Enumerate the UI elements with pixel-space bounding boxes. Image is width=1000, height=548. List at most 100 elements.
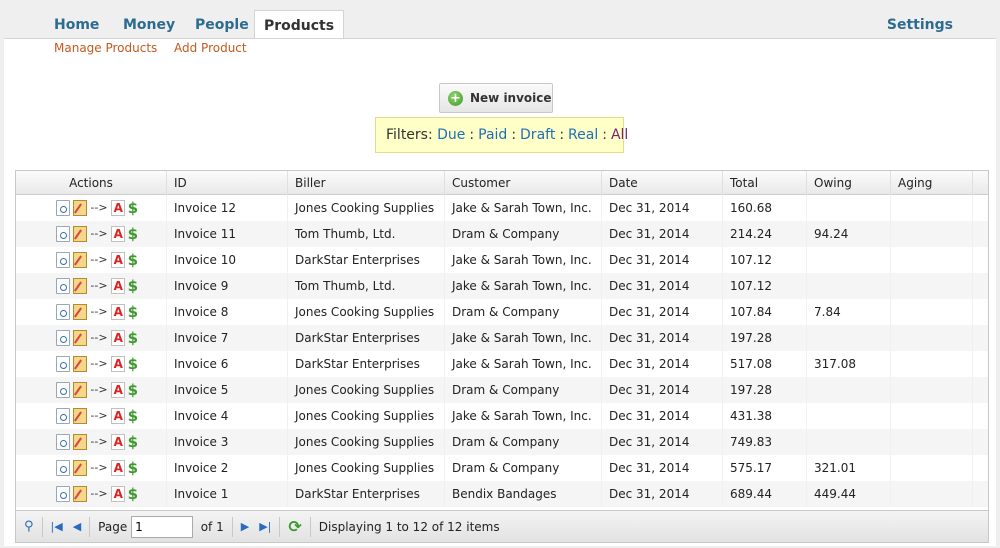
table-row[interactable]: --> $ Invoice 2Jones Cooking SuppliesDram … (16, 455, 988, 481)
tab-home[interactable]: Home (54, 17, 99, 33)
search-icon[interactable]: ⚲ (24, 519, 34, 534)
view-icon[interactable] (56, 304, 71, 320)
col-total[interactable]: Total (723, 171, 807, 195)
view-icon[interactable] (56, 200, 71, 216)
row-actions: --> $ (16, 195, 167, 221)
payment-icon[interactable]: $ (128, 252, 138, 268)
view-icon[interactable] (56, 486, 71, 502)
pdf-icon[interactable] (110, 200, 125, 216)
pdf-icon[interactable] (110, 434, 125, 450)
view-icon[interactable] (56, 382, 71, 398)
edit-icon[interactable] (73, 408, 88, 424)
cell-total: 107.12 (723, 273, 807, 299)
pdf-icon[interactable] (110, 356, 125, 372)
tab-people[interactable]: People (195, 17, 249, 33)
edit-icon[interactable] (73, 304, 88, 320)
view-icon[interactable] (56, 408, 71, 424)
refresh-icon[interactable]: ⟳ (288, 517, 301, 536)
table-row[interactable]: --> $ Invoice 12Jones Cooking SuppliesJake… (16, 195, 988, 221)
view-icon[interactable] (56, 460, 71, 476)
edit-icon[interactable] (73, 278, 88, 294)
payment-icon[interactable]: $ (128, 330, 138, 346)
pdf-icon[interactable] (110, 408, 125, 424)
view-icon[interactable] (56, 356, 71, 372)
cell-total: 575.17 (723, 455, 807, 481)
view-icon[interactable] (56, 226, 71, 242)
filter-paid[interactable]: Paid (478, 127, 507, 143)
filter-due[interactable]: Due (437, 127, 465, 143)
view-icon[interactable] (56, 434, 71, 450)
pdf-icon[interactable] (110, 304, 125, 320)
payment-icon[interactable]: $ (128, 408, 138, 424)
view-icon[interactable] (56, 252, 71, 268)
col-aging[interactable]: Aging (891, 171, 973, 195)
table-row[interactable]: --> $ Invoice 7DarkStar EnterprisesJake & … (16, 325, 988, 351)
table-row[interactable]: --> $ Invoice 4Jones Cooking SuppliesJake … (16, 403, 988, 429)
payment-icon[interactable]: $ (128, 278, 138, 294)
pdf-icon[interactable] (110, 330, 125, 346)
tab-products[interactable]: Products (254, 10, 344, 40)
view-icon[interactable] (56, 278, 71, 294)
pdf-icon[interactable] (110, 226, 125, 242)
col-owing[interactable]: Owing (807, 171, 891, 195)
col-biller[interactable]: Biller (288, 171, 445, 195)
filters-bar: Filters: Due: Paid: Draft: Real: All (375, 117, 628, 153)
edit-icon[interactable] (73, 460, 88, 476)
table-row[interactable]: --> $ Invoice 5Jones Cooking SuppliesDram … (16, 377, 988, 403)
edit-icon[interactable] (73, 486, 88, 502)
filter-draft[interactable]: Draft (520, 127, 555, 143)
edit-icon[interactable] (73, 382, 88, 398)
pdf-icon[interactable] (110, 278, 125, 294)
first-page-icon[interactable]: |◀ (51, 520, 63, 533)
col-date[interactable]: Date (602, 171, 723, 195)
edit-icon[interactable] (73, 200, 88, 216)
filter-all[interactable]: All (611, 127, 628, 143)
table-row[interactable]: --> $ Invoice 6DarkStar EnterprisesJake & … (16, 351, 988, 377)
table-row[interactable]: --> $ Invoice 9Tom Thumb, Ltd.Jake & Sarah… (16, 273, 988, 299)
last-page-icon[interactable]: ▶| (259, 520, 271, 533)
payment-icon[interactable]: $ (128, 356, 138, 372)
page-number-input[interactable] (131, 515, 194, 538)
new-invoice-button[interactable]: + New invoice (439, 83, 553, 113)
payment-icon[interactable]: $ (128, 304, 138, 320)
prev-page-icon[interactable]: ◀ (73, 520, 81, 533)
tab-money[interactable]: Money (123, 17, 175, 33)
edit-icon[interactable] (73, 330, 88, 346)
table-row[interactable]: --> $ Invoice 11Tom Thumb, Ltd.Dram & Comp… (16, 221, 988, 247)
table-row[interactable]: --> $ Invoice 3Jones Cooking SuppliesDram … (16, 429, 988, 455)
cell-biller: Jones Cooking Supplies (288, 403, 445, 429)
view-icon[interactable] (56, 330, 71, 346)
edit-icon[interactable] (73, 356, 88, 372)
payment-icon[interactable]: $ (128, 486, 138, 502)
arrow-text: --> (90, 435, 108, 448)
cell-biller: Jones Cooking Supplies (288, 429, 445, 455)
settings-link[interactable]: Settings (887, 17, 953, 33)
pdf-icon[interactable] (110, 382, 125, 398)
col-id[interactable]: ID (167, 171, 288, 195)
pdf-icon[interactable] (110, 460, 125, 476)
cell-biller: DarkStar Enterprises (288, 247, 445, 273)
col-actions[interactable]: Actions (16, 171, 167, 195)
edit-icon[interactable] (73, 226, 88, 242)
subnav-manage-products[interactable]: Manage Products (54, 41, 157, 55)
payment-icon[interactable]: $ (128, 460, 138, 476)
subnav-add-product[interactable]: Add Product (174, 41, 247, 55)
cell-id: Invoice 8 (167, 299, 288, 325)
edit-icon[interactable] (73, 252, 88, 268)
col-customer[interactable]: Customer (445, 171, 602, 195)
filter-real[interactable]: Real (568, 127, 598, 143)
grid-body: -->$Invoice 12Jones Cooking SuppliesJake… (16, 195, 988, 507)
payment-icon[interactable]: $ (128, 200, 138, 216)
cell-aging (891, 195, 973, 221)
grid-header: Actions ID Biller Customer Date Total Ow… (16, 171, 988, 195)
payment-icon[interactable]: $ (128, 382, 138, 398)
table-row[interactable]: --> $ Invoice 10DarkStar EnterprisesJake &… (16, 247, 988, 273)
table-row[interactable]: --> $ Invoice 8Jones Cooking SuppliesDram … (16, 299, 988, 325)
table-row[interactable]: --> $ Invoice 1DarkStar EnterprisesBendix … (16, 481, 988, 507)
pdf-icon[interactable] (110, 486, 125, 502)
pdf-icon[interactable] (110, 252, 125, 268)
edit-icon[interactable] (73, 434, 88, 450)
payment-icon[interactable]: $ (128, 226, 138, 242)
payment-icon[interactable]: $ (128, 434, 138, 450)
next-page-icon[interactable]: ▶ (241, 520, 249, 533)
